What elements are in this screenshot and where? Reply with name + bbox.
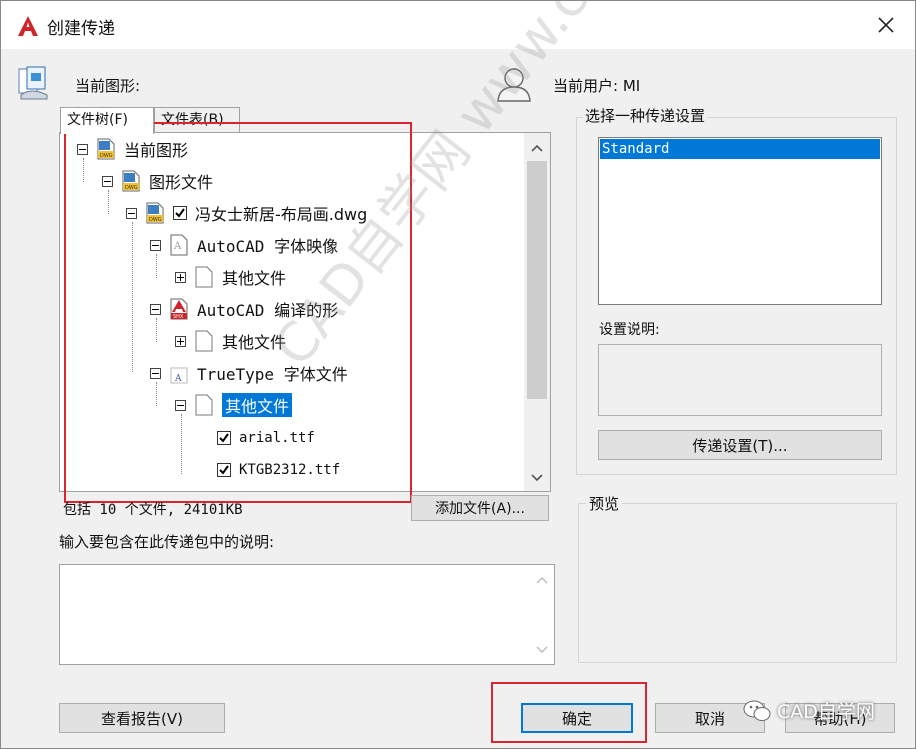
- scroll-down-icon[interactable]: [531, 473, 543, 483]
- transmittal-setup-list[interactable]: Standard: [598, 137, 882, 305]
- scroll-down-icon[interactable]: [536, 645, 548, 655]
- scroll-up-icon[interactable]: [531, 143, 543, 153]
- add-file-button[interactable]: 添加文件(A)...: [411, 495, 549, 521]
- view-report-button[interactable]: 查看报告(V): [59, 703, 225, 733]
- transmittal-setups-button[interactable]: 传递设置(T)...: [598, 430, 882, 460]
- annotation-highlight-box: [64, 122, 412, 503]
- scroll-up-icon[interactable]: [536, 575, 548, 585]
- current-user-label: 当前用户: MI: [553, 77, 641, 95]
- setup-list-item[interactable]: Standard: [600, 139, 880, 159]
- create-transmittal-dialog: 创建传递 当前图形: 当前用户: MI 文件树(F) 文件表(B) DWG 当前…: [0, 0, 916, 749]
- window-title: 创建传递: [47, 19, 115, 39]
- notes-label: 输入要包含在此传递包中的说明:: [59, 533, 275, 551]
- close-icon: [878, 17, 894, 33]
- wechat-watermark-text: CAD自学网: [777, 701, 875, 723]
- preview-group: [578, 503, 897, 663]
- transmittal-setup-label: 选择一种传递设置: [583, 105, 708, 126]
- notes-textarea[interactable]: [59, 564, 555, 665]
- scroll-thumb[interactable]: [527, 161, 547, 399]
- preview-label: 预览: [586, 493, 623, 514]
- annotation-ok-highlight-box: [491, 682, 647, 743]
- wechat-icon: [743, 700, 771, 721]
- wechat-watermark: CAD自学网: [743, 697, 875, 724]
- tree-scrollbar[interactable]: [524, 133, 550, 491]
- file-summary: 包括 10 个文件, 24101KB: [63, 502, 243, 518]
- autocad-logo-icon: [18, 16, 38, 36]
- tab-file-tree[interactable]: 文件树(F): [60, 107, 154, 134]
- setup-description-box: [598, 344, 882, 416]
- setup-description-label: 设置说明:: [599, 322, 660, 338]
- close-button[interactable]: [869, 9, 903, 41]
- title-bar: 创建传递: [1, 1, 915, 49]
- user-icon: [497, 68, 531, 102]
- transmittal-package-icon: [18, 66, 48, 100]
- current-drawing-label: 当前图形:: [75, 77, 141, 95]
